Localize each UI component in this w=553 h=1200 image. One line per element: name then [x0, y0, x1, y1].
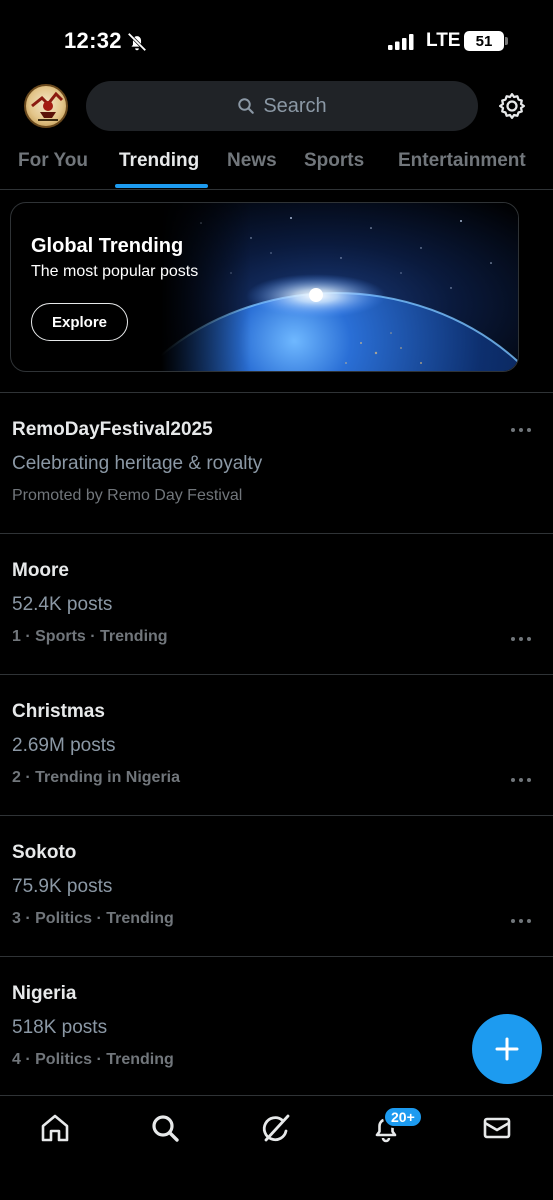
trend-title: Nigeria — [12, 983, 77, 1004]
home-icon[interactable] — [38, 1111, 72, 1145]
more-options-icon[interactable] — [511, 775, 531, 785]
tab-entertainment[interactable]: Entertainment — [398, 150, 526, 172]
notification-badge: 20+ — [383, 1106, 423, 1128]
trend-item[interactable]: Sokoto 75.9K posts 3 · Politics · Trendi… — [0, 816, 553, 956]
status-bar: 12:32 LTE 51 — [0, 0, 553, 80]
tab-bar: For You Trending News Sports Entertainme… — [0, 140, 553, 190]
trend-subtitle: 52.4K posts — [12, 594, 113, 615]
compose-post-button[interactable] — [472, 1014, 542, 1084]
trend-item[interactable]: RemoDayFestival2025 Celebrating heritage… — [0, 393, 553, 533]
earth-image — [161, 203, 518, 371]
tab-trending[interactable]: Trending — [119, 150, 199, 172]
cellular-signal-icon — [388, 34, 414, 50]
search-icon[interactable] — [148, 1111, 182, 1145]
trend-title: RemoDayFestival2025 — [12, 419, 213, 440]
battery-nub — [505, 37, 508, 45]
trend-subtitle: Celebrating heritage & royalty — [12, 453, 263, 474]
search-placeholder: Search — [263, 94, 327, 117]
gear-icon[interactable] — [497, 91, 527, 121]
tab-news[interactable]: News — [227, 150, 277, 172]
trend-subtitle: 2.69M posts — [12, 735, 116, 756]
trend-meta: Promoted by Remo Day Festival — [12, 487, 243, 504]
search-icon — [238, 98, 255, 114]
trend-item[interactable]: Nigeria 518K posts 4 · Politics · Trendi… — [0, 957, 553, 1097]
more-options-icon[interactable] — [511, 425, 531, 435]
card-subtitle: The most popular posts — [31, 263, 199, 280]
trend-meta: 4 · Politics · Trending — [12, 1051, 174, 1068]
battery-icon: 51 — [464, 31, 504, 51]
battery-level: 51 — [475, 32, 493, 50]
explore-button[interactable]: Explore — [31, 303, 128, 341]
profile-avatar[interactable] — [24, 84, 68, 128]
trend-subtitle: 75.9K posts — [12, 876, 113, 897]
trend-title: Sokoto — [12, 842, 77, 863]
trend-title: Moore — [12, 560, 69, 581]
network-type: LTE — [426, 30, 461, 51]
trend-title: Christmas — [12, 701, 105, 722]
trend-meta: 2 · Trending in Nigeria — [12, 769, 181, 786]
more-options-icon[interactable] — [511, 634, 531, 644]
trend-meta: 1 · Sports · Trending — [12, 628, 168, 645]
global-trending-card[interactable]: Global Trending The most popular posts E… — [10, 202, 519, 372]
active-tab-indicator — [115, 184, 208, 188]
tab-sports[interactable]: Sports — [304, 150, 364, 172]
grok-icon[interactable] — [259, 1111, 293, 1145]
bell-off-icon — [127, 32, 147, 52]
trend-item[interactable]: Christmas 2.69M posts 2 · Trending in Ni… — [0, 675, 553, 815]
bottom-navigation: 20+ — [0, 1095, 553, 1200]
card-title: Global Trending — [31, 235, 184, 257]
trend-meta: 3 · Politics · Trending — [12, 910, 174, 927]
plus-icon — [495, 1037, 519, 1061]
trend-item[interactable]: Moore 52.4K posts 1 · Sports · Trending — [0, 534, 553, 674]
status-time: 12:32 — [64, 28, 122, 53]
messages-icon[interactable] — [480, 1111, 514, 1145]
avatar-logo-icon — [31, 91, 64, 121]
more-options-icon[interactable] — [511, 916, 531, 926]
search-input[interactable]: Search — [86, 81, 478, 131]
tab-for-you[interactable]: For You — [18, 150, 88, 172]
trend-subtitle: 518K posts — [12, 1017, 108, 1038]
